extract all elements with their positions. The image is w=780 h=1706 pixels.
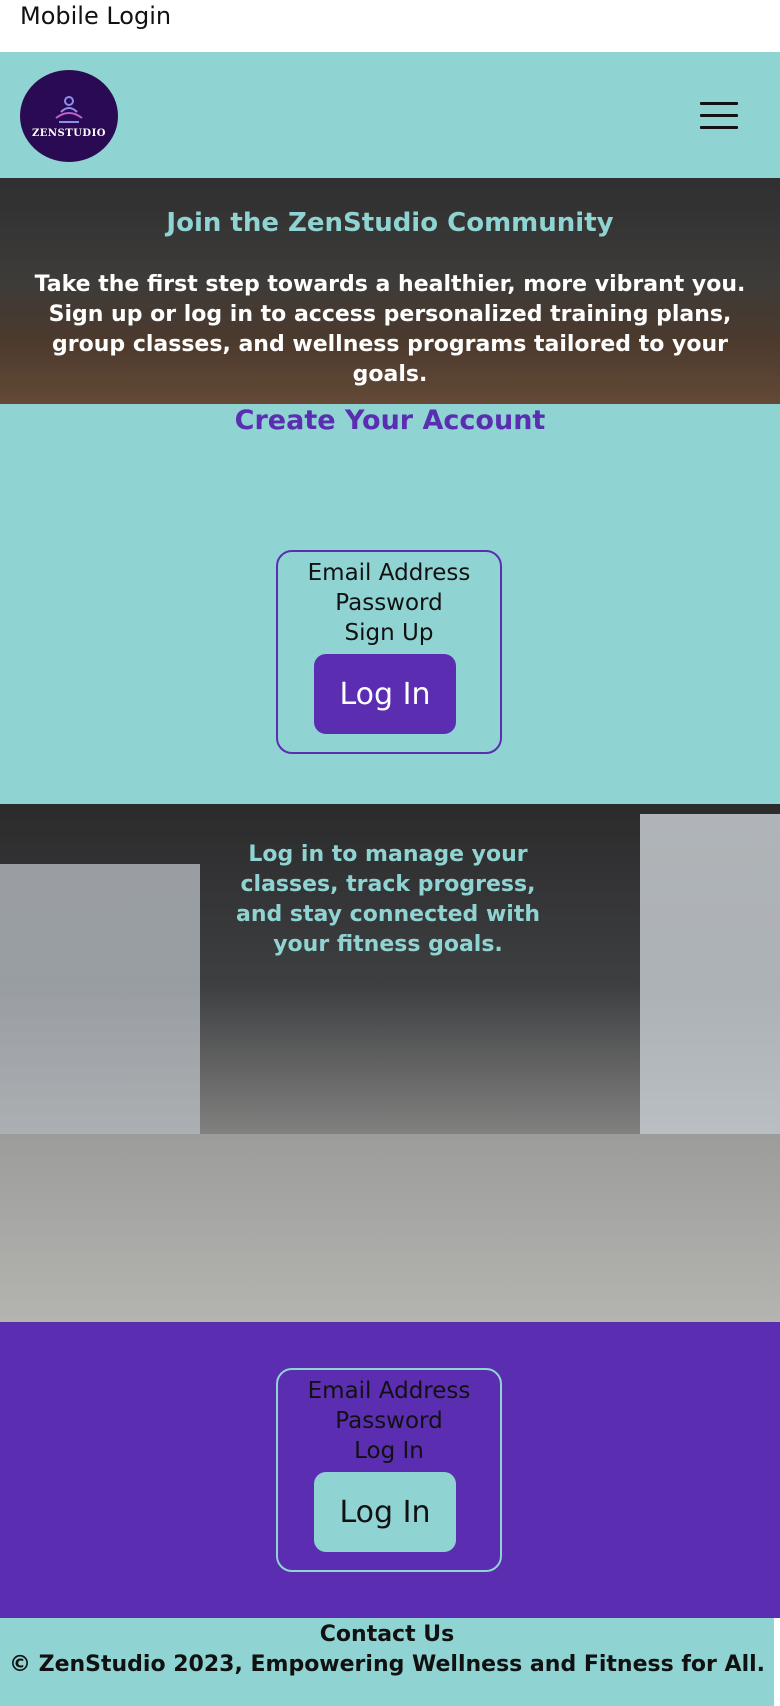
logo-text: ZENSTUDIO bbox=[31, 127, 106, 139]
signup-label[interactable]: Sign Up bbox=[278, 618, 500, 648]
email-label[interactable]: Email Address bbox=[278, 558, 500, 588]
signup-form: Email Address Password Sign Up Log In bbox=[276, 550, 502, 754]
gym-floor bbox=[0, 1134, 780, 1322]
email-label[interactable]: Email Address bbox=[278, 1376, 500, 1406]
login-label[interactable]: Log In bbox=[278, 1436, 500, 1466]
hero-banner: Join the ZenStudio Community Take the fi… bbox=[0, 178, 780, 404]
contact-us-link[interactable]: Contact Us bbox=[0, 1620, 774, 1650]
signup-login-button[interactable]: Log In bbox=[314, 654, 456, 734]
hero-text: Take the first step towards a healthier,… bbox=[34, 272, 746, 387]
copyright-text: © ZenStudio 2023, Empowering Wellness an… bbox=[8, 1652, 766, 1677]
logo[interactable]: ZENSTUDIO bbox=[20, 70, 118, 162]
signup-heading: Create Your Account bbox=[234, 405, 546, 436]
password-label[interactable]: Password bbox=[278, 1406, 500, 1436]
meditation-icon bbox=[55, 95, 83, 123]
password-label[interactable]: Password bbox=[278, 588, 500, 618]
site-header: ZENSTUDIO bbox=[0, 52, 780, 178]
login-form: Email Address Password Log In Log In bbox=[276, 1368, 502, 1572]
gym-image-section: Log in to manage your classes, track pro… bbox=[0, 804, 780, 1322]
hamburger-icon[interactable] bbox=[700, 102, 738, 130]
login-button[interactable]: Log In bbox=[314, 1472, 456, 1552]
login-section: Email Address Password Log In Log In bbox=[0, 1322, 780, 1618]
hero-title: Join the ZenStudio Community bbox=[166, 208, 614, 238]
window-left bbox=[0, 864, 200, 1164]
signup-section: Create Your Account Email Address Passwo… bbox=[0, 404, 780, 804]
page-title: Mobile Login bbox=[20, 2, 172, 30]
footer: Contact Us © ZenStudio 2023, Empowering … bbox=[0, 1618, 774, 1706]
promo-text: Log in to manage your classes, track pro… bbox=[235, 842, 541, 957]
